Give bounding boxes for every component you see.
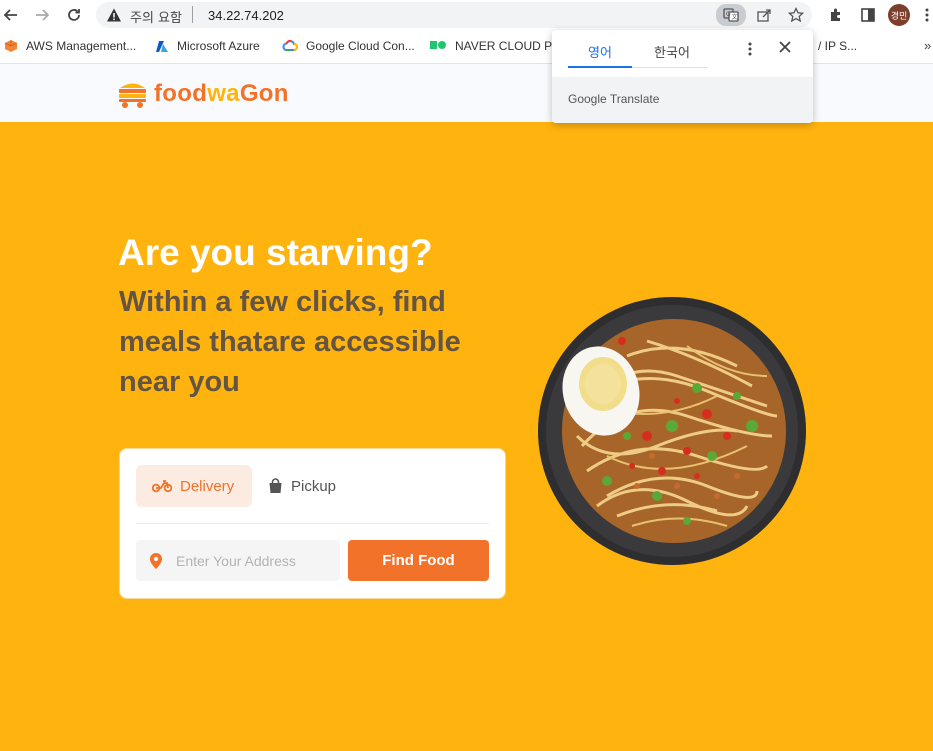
translate-icon[interactable]: G文: [716, 4, 746, 26]
address-bar[interactable]: 주의 요함 34.22.74.202 G文: [96, 2, 812, 28]
share-icon[interactable]: [754, 5, 774, 25]
bookmark-label: / IP S...: [818, 39, 858, 53]
logo-part-food: food: [154, 80, 208, 107]
translate-tab-target[interactable]: 한국어: [640, 42, 704, 61]
address-field[interactable]: [136, 540, 340, 581]
extensions-icon[interactable]: [826, 5, 846, 25]
food-truck-logo-icon: [118, 79, 147, 109]
back-icon[interactable]: [0, 4, 22, 26]
translate-tab-source[interactable]: 영어: [568, 42, 632, 61]
bookmark-azure[interactable]: Microsoft Azure: [155, 39, 260, 53]
azure-icon: [155, 39, 169, 53]
active-tab-indicator: [568, 66, 632, 68]
divider: [136, 523, 489, 524]
browser-toolbar: 주의 요함 34.22.74.202 G文 경민: [0, 0, 933, 30]
noodle-bowl-image: [537, 296, 807, 571]
bookmark-ip[interactable]: / IP S...: [818, 39, 857, 53]
translate-popup: 영어 한국어 Google Translate: [552, 30, 813, 123]
google-translate-brand: Google Translate: [568, 92, 660, 106]
shopping-bag-icon: [268, 478, 283, 494]
profile-avatar[interactable]: 경민: [888, 4, 910, 26]
hero-subheadline: Within a few clicks, find meals thatare …: [119, 286, 461, 398]
translate-footer: Google Translate: [552, 77, 813, 123]
more-bookmarks-icon[interactable]: »: [924, 38, 931, 53]
bookmark-naver-cloud[interactable]: NAVER CLOUD PL: [430, 39, 559, 53]
bookmark-label: Microsoft Azure: [177, 39, 260, 53]
logo-part-gon: Gon: [239, 80, 289, 107]
google-cloud-icon: [282, 39, 298, 53]
bookmark-label: NAVER CLOUD PL: [455, 39, 559, 53]
divider: [192, 6, 193, 23]
url-text[interactable]: 34.22.74.202: [208, 8, 284, 23]
naver-cloud-icon: [430, 39, 447, 53]
reload-icon[interactable]: [63, 4, 85, 26]
motorbike-icon: [152, 479, 172, 493]
logo-text: foodwaGon: [154, 80, 289, 108]
tab-pickup-label: Pickup: [291, 477, 337, 495]
forward-icon[interactable]: [31, 4, 53, 26]
warning-icon[interactable]: [106, 7, 122, 23]
hero-headline: Are you starving?: [118, 232, 433, 273]
bookmark-google-cloud[interactable]: Google Cloud Con...: [282, 39, 415, 53]
site-logo[interactable]: foodwaGon: [118, 79, 289, 109]
tab-pickup[interactable]: Pickup: [268, 465, 368, 507]
tab-delivery[interactable]: Delivery: [136, 465, 252, 507]
bookmark-label: Google Cloud Con...: [306, 39, 415, 53]
find-food-button[interactable]: Find Food: [348, 540, 489, 581]
more-options-icon[interactable]: [748, 42, 752, 59]
bookmark-label: AWS Management...: [26, 39, 137, 53]
side-panel-icon[interactable]: [858, 5, 878, 25]
security-status[interactable]: 주의 요함: [130, 7, 182, 26]
address-input[interactable]: [176, 552, 316, 569]
star-icon[interactable]: [786, 5, 806, 25]
aws-icon: [4, 39, 18, 53]
search-card: Delivery Pickup Find Food: [119, 448, 506, 599]
bookmark-aws[interactable]: AWS Management...: [4, 39, 136, 53]
logo-part-wa: wa: [207, 80, 240, 107]
close-icon[interactable]: [778, 40, 792, 59]
svg-text:G: G: [726, 11, 731, 18]
menu-kebab-icon[interactable]: [922, 5, 932, 25]
location-pin-icon: [150, 552, 162, 569]
svg-text:文: 文: [732, 13, 738, 21]
hero-section: Are you starving? Within a few clicks, f…: [0, 122, 933, 751]
tab-delivery-label: Delivery: [180, 477, 235, 495]
